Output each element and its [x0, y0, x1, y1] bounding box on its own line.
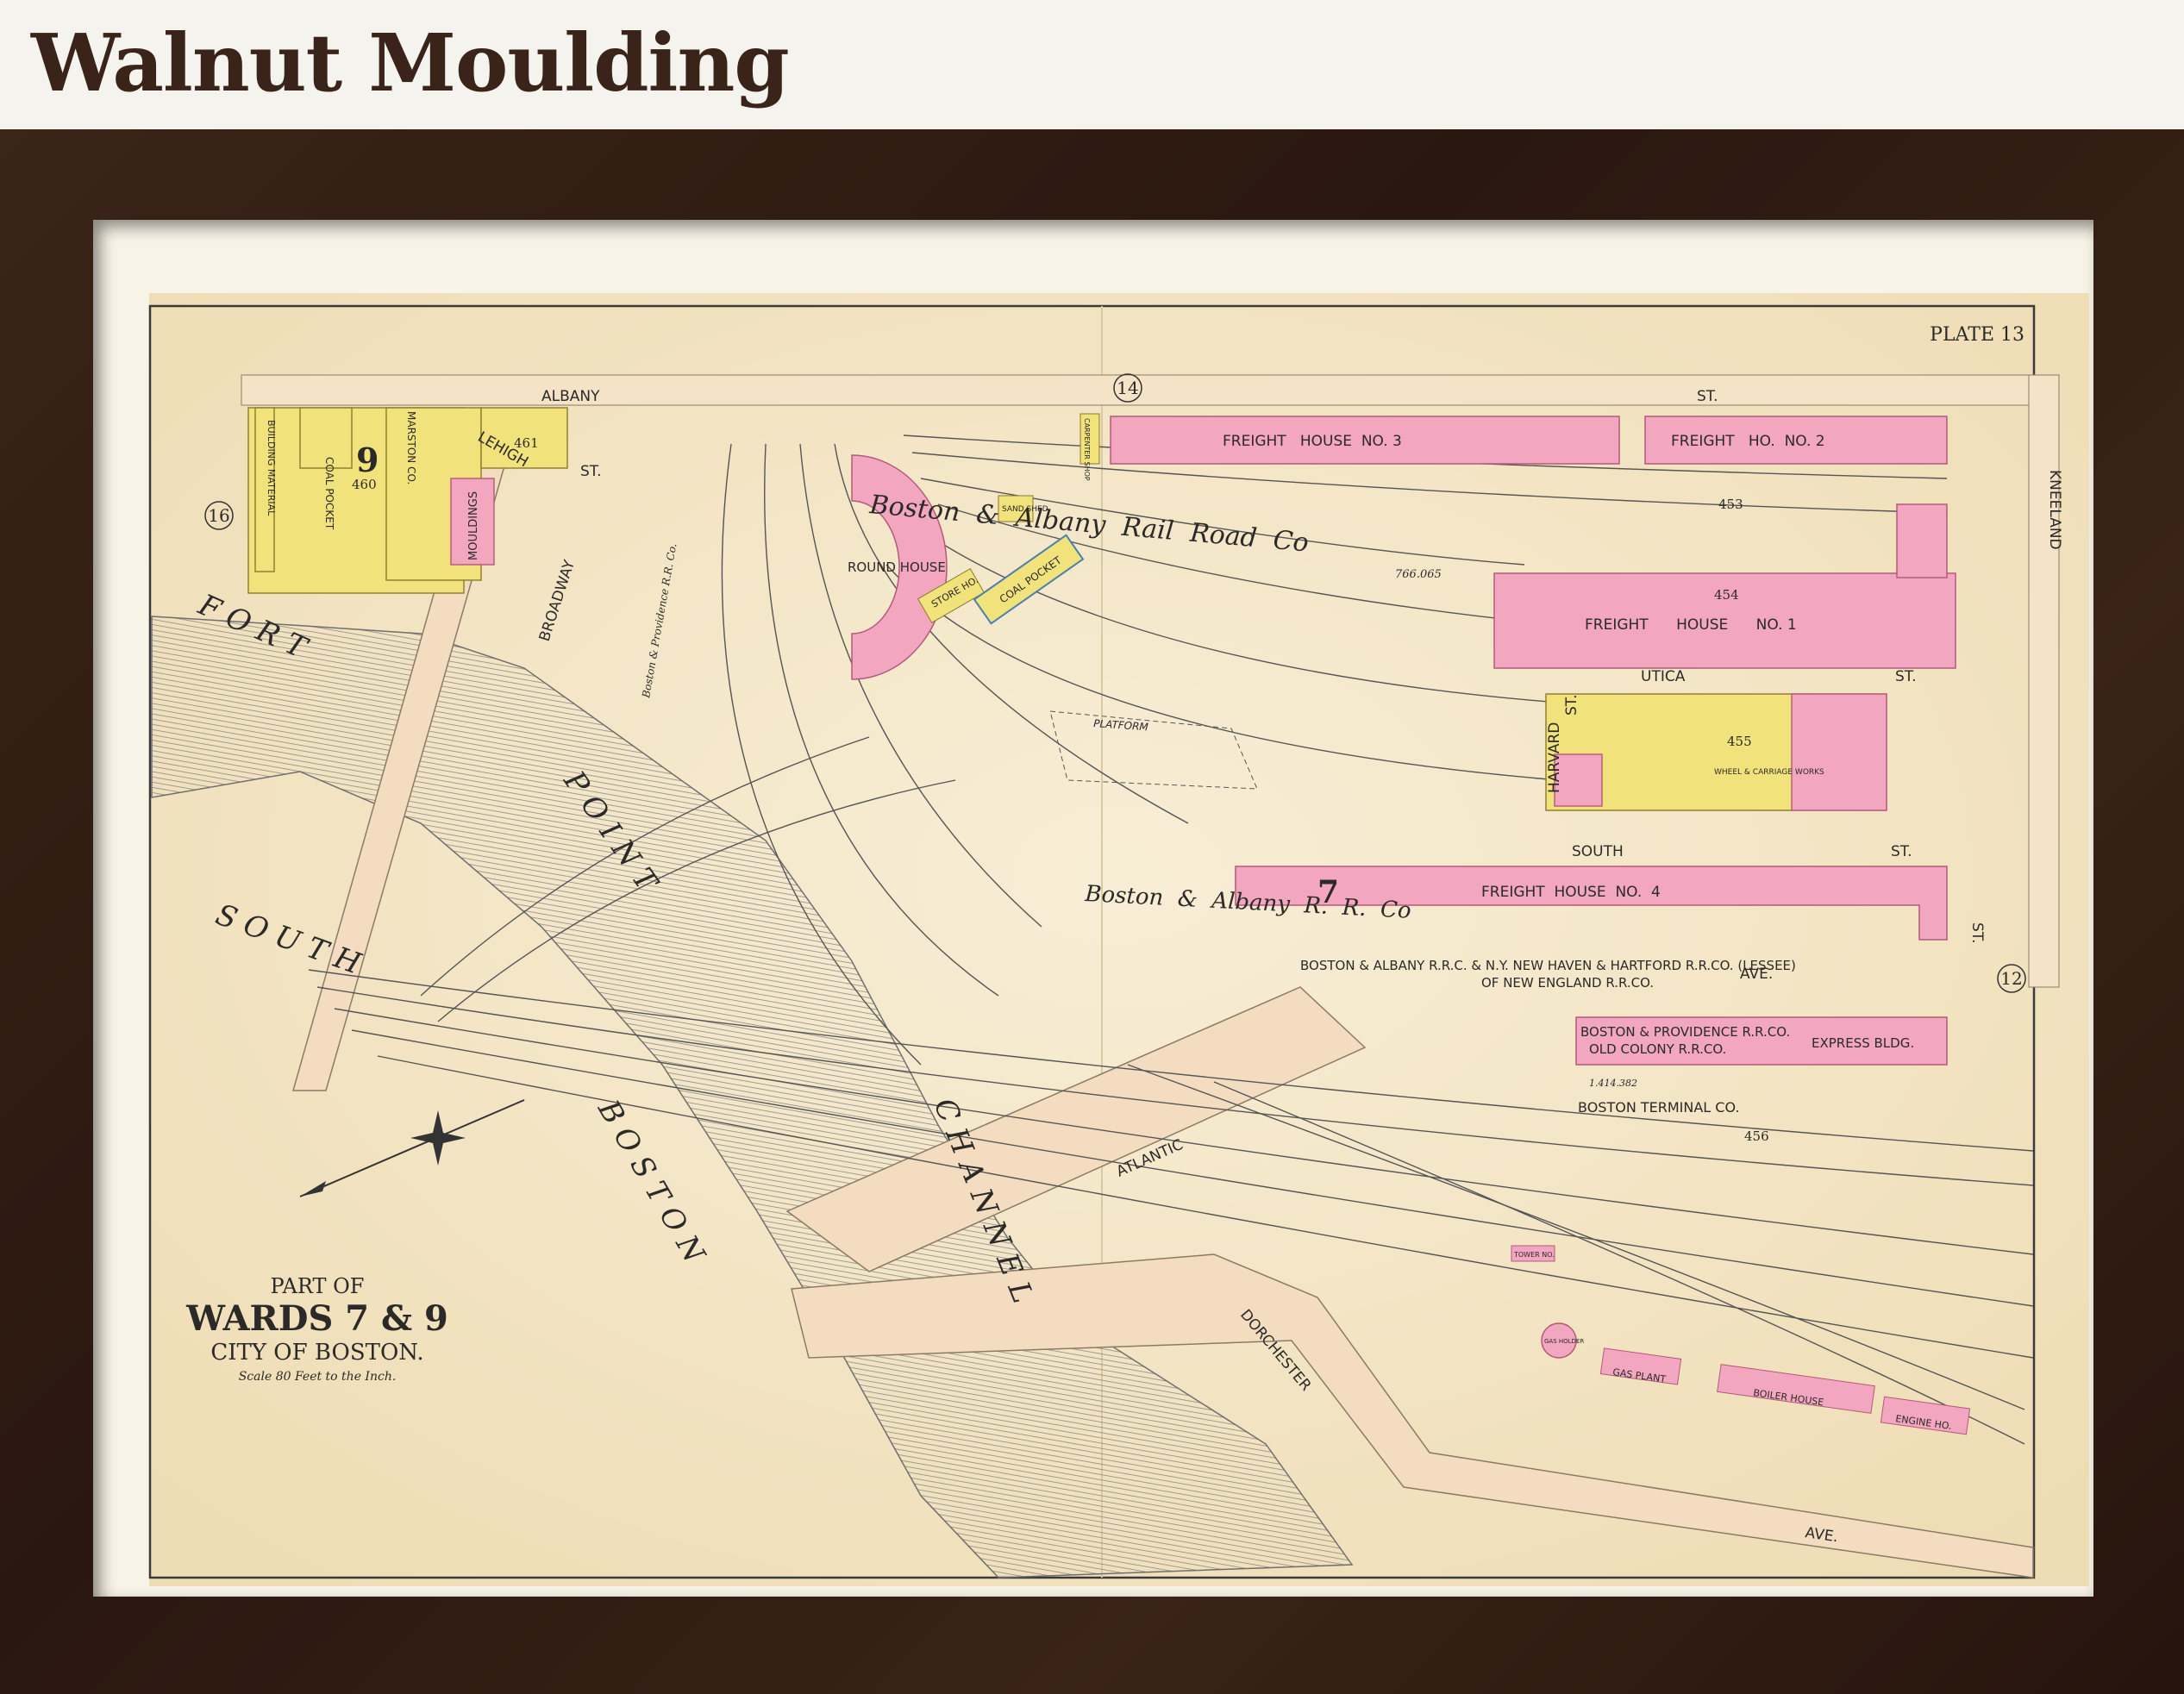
- lot-461: 461: [514, 435, 539, 451]
- label-freight-house-3: FREIGHT HOUSE NO. 3: [1223, 433, 1402, 450]
- street-south: SOUTH: [1572, 843, 1624, 860]
- street-albany: ALBANY: [541, 388, 600, 405]
- title-scale: Scale 80 Feet to the Inch.: [239, 1370, 397, 1384]
- kneeland-street-road: [2028, 374, 2060, 988]
- label-freight-house-4: FREIGHT HOUSE NO. 4: [1481, 884, 1661, 901]
- annex-shape: [1896, 503, 1948, 578]
- map-figure: PLATE 13 14 16 12 ALBANY ST. KNEELAND LE…: [148, 293, 2089, 1586]
- label-freight-house-2: FREIGHT HO. NO. 2: [1671, 433, 1825, 450]
- label-mouldings: MOULDINGS: [467, 491, 480, 560]
- lot-453: 453: [1718, 497, 1743, 512]
- street-utica-st: ST.: [1895, 668, 1917, 685]
- street-harvard: HARVARD: [1546, 722, 1563, 793]
- street-kneeland: KNEELAND: [2046, 470, 2063, 550]
- label-marston-co: MARSTON CO.: [405, 411, 417, 484]
- label-coal-pocket-left: COAL POCKET: [323, 457, 335, 530]
- lot-456: 456: [1744, 1128, 1769, 1144]
- street-albany-st: ST.: [1697, 388, 1718, 405]
- label-round-house: ROUND HOUSE: [848, 559, 946, 575]
- label-lessee-line1: BOSTON & ALBANY R.R.C. & N.Y. NEW HAVEN …: [1300, 958, 1796, 973]
- title-city: CITY OF BOSTON.: [210, 1340, 423, 1366]
- street-utica: UTICA: [1641, 668, 1686, 685]
- page-heading: Walnut Moulding: [31, 16, 790, 109]
- label-building-material: BUILDING MATERIAL: [266, 420, 277, 516]
- title-wards: WARDS 7 & 9: [185, 1298, 448, 1339]
- lot-454: 454: [1714, 587, 1739, 603]
- label-lessee-line2: OF NEW ENGLAND R.R.CO.: [1481, 975, 1654, 991]
- ward-7-number: 7: [1317, 874, 1339, 910]
- label-old-colony: OLD COLONY R.R.CO.: [1589, 1041, 1726, 1057]
- walnut-frame: PLATE 13 14 16 12 ALBANY ST. KNEELAND LE…: [0, 129, 2184, 1694]
- ward-9-number: 9: [356, 441, 379, 479]
- plate-label: PLATE 13: [1930, 324, 2024, 346]
- sheet-number-top: 14: [1117, 378, 1138, 398]
- street-south-st: ST.: [1891, 843, 1912, 860]
- label-bp-rr-co: BOSTON & PROVIDENCE R.R.CO.: [1580, 1024, 1790, 1040]
- utica-block: [1545, 693, 1887, 811]
- label-wheel-works: WHEEL & CARRIAGE WORKS: [1714, 768, 1824, 777]
- street-lehigh-st: ST.: [580, 463, 602, 480]
- area-upper: 766.065: [1395, 568, 1442, 581]
- sheet-number-left: 16: [208, 505, 229, 526]
- label-terminal-co: BOSTON TERMINAL CO.: [1578, 1099, 1740, 1116]
- utica-pink-lots: [1791, 693, 1887, 811]
- map-mat: PLATE 13 14 16 12 ALBANY ST. KNEELAND LE…: [93, 220, 2093, 1597]
- street-st-right: ST.: [1968, 922, 1986, 944]
- label-express-building: EXPRESS BLDG.: [1812, 1035, 1914, 1051]
- street-harvard-st: ST.: [1563, 694, 1580, 716]
- lot-455: 455: [1727, 734, 1752, 749]
- area-lower: 1.414.382: [1589, 1078, 1637, 1089]
- title-part-of: PART OF: [271, 1274, 365, 1298]
- label-tower: TOWER NO.: [1513, 1251, 1555, 1259]
- label-freight-house-1: FREIGHT HOUSE NO. 1: [1585, 616, 1797, 634]
- sheet-number-right: 12: [2000, 968, 2022, 989]
- label-gas-holder: GAS HOLDER: [1544, 1338, 1584, 1345]
- label-carpenter-shop: CARPENTER SHOP: [1083, 418, 1091, 481]
